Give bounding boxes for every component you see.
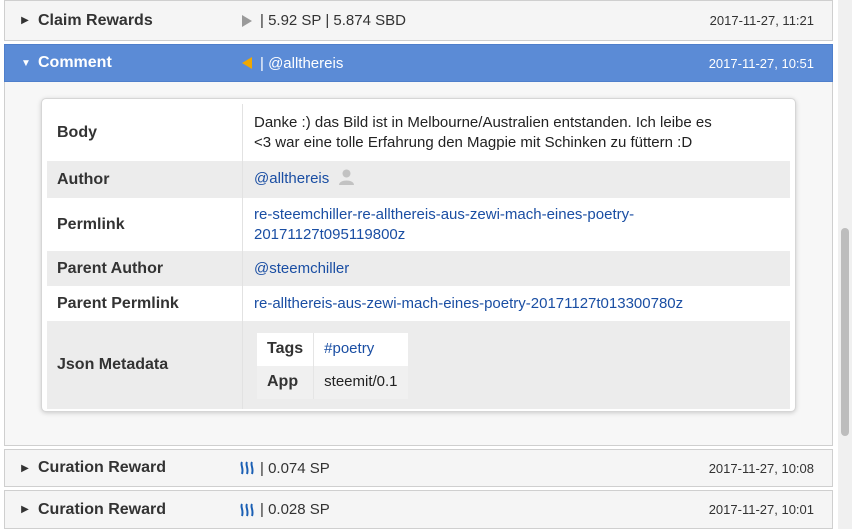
parent-author-link[interactable]: @steemchiller [254,260,349,277]
detail-row-parent-author: Parent Author @steemchiller [47,251,790,286]
json-metadata-table: Tags #poetry App steemit/0.1 [257,332,408,399]
operation-title: Claim Rewards [38,11,153,29]
detail-label: Body [47,104,243,161]
operation-summary: | 0.028 SP [260,501,330,518]
grey-triangle-icon [239,13,255,29]
permlink-value: re-steemchiller-re-allthereis-aus-zewi-m… [242,198,790,251]
meta-label: Tags [257,332,315,366]
operation-title: Curation Reward [38,500,167,518]
detail-row-json-metadata: Json Metadata Tags #poetry App steemit/0… [47,321,790,409]
operation-summary: | 0.074 SP [260,459,330,477]
detail-row-author: Author @allthereis [47,161,790,198]
detail-row-parent-permlink: Parent Permlink re-allthereis-aus-zewi-m… [47,286,790,321]
body-line: <3 war eine tolle Erfahrung den Magpie m… [254,133,693,151]
detail-row-permlink: Permlink re-steemchiller-re-allthereis-a… [47,198,790,251]
body-value: Danke :) das Bild ist in Melbourne/Austr… [242,104,790,161]
comment-details-panel: Body Danke :) das Bild ist in Melbourne/… [4,82,833,446]
operation-summary: | 5.92 SP | 5.874 SBD [260,12,406,29]
operation-title: Comment [38,54,112,71]
detail-label: Parent Permlink [47,286,243,321]
meta-row-app: App steemit/0.1 [257,365,408,399]
parent-permlink-link[interactable]: re-allthereis-aus-zewi-mach-eines-poetry… [254,295,683,312]
operation-timestamp: 2017-11-27, 10:01 [708,502,814,517]
vertical-scrollbar[interactable] [838,0,852,529]
parent-author-value: @steemchiller [242,251,790,286]
operation-row-claim-rewards[interactable]: ▶ Claim Rewards | 5.92 SP | 5.874 SBD 20… [4,0,833,41]
orange-triangle-left-icon [239,55,255,71]
scrollbar-thumb[interactable] [841,228,849,436]
detail-label: Json Metadata [47,321,243,409]
operation-timestamp: 2017-11-27, 10:51 [708,55,814,71]
detail-label: Parent Author [47,251,243,286]
meta-tags-value: #poetry [313,332,408,366]
operation-summary: | @allthereis [260,54,344,72]
meta-app-value: steemit/0.1 [313,365,408,399]
author-value: @allthereis [242,161,790,198]
meta-label: App [257,365,315,399]
permlink-line: re-steemchiller-re-allthereis-aus-zewi-m… [254,205,635,223]
detail-row-body: Body Danke :) das Bild ist in Melbourne/… [47,104,790,161]
json-metadata-value: Tags #poetry App steemit/0.1 [242,321,790,409]
body-line: Danke :) das Bild ist in Melbourne/Austr… [254,113,712,131]
caret-right-icon: ▶ [21,504,29,515]
permlink-link[interactable]: re-steemchiller-re-allthereis-aus-zewi-m… [254,206,634,243]
detail-label: Author [47,161,243,198]
details-table: Body Danke :) das Bild ist in Melbourne/… [47,104,790,409]
details-card: Body Danke :) das Bild ist in Melbourne/… [41,98,796,412]
operation-row-curation-reward[interactable]: ▶ Curation Reward | 0.074 SP 2017-11-27,… [4,449,833,487]
operation-row-comment[interactable]: ▼ Comment | @allthereis 2017-11-27, 10:5… [4,44,833,82]
operation-timestamp: 2017-11-27, 10:08 [708,460,814,476]
permlink-line: 20171127t095119800z [254,225,406,243]
steem-icon [239,502,255,518]
steem-icon [239,460,255,476]
caret-right-icon: ▶ [21,15,29,26]
operation-row-curation-reward[interactable]: ▶ Curation Reward | 0.028 SP 2017-11-27,… [4,490,833,529]
operation-timestamp: 2017-11-27, 11:21 [709,13,814,28]
operation-title: Curation Reward [38,459,167,476]
detail-label: Permlink [47,198,243,251]
meta-row-tags: Tags #poetry [257,332,408,366]
caret-right-icon: ▶ [21,462,29,474]
parent-permlink-value: re-allthereis-aus-zewi-mach-eines-poetry… [242,286,790,321]
user-icon[interactable] [339,169,355,191]
caret-down-icon: ▼ [21,57,31,69]
author-link[interactable]: @allthereis [254,170,329,187]
tag-link[interactable]: #poetry [324,340,374,357]
